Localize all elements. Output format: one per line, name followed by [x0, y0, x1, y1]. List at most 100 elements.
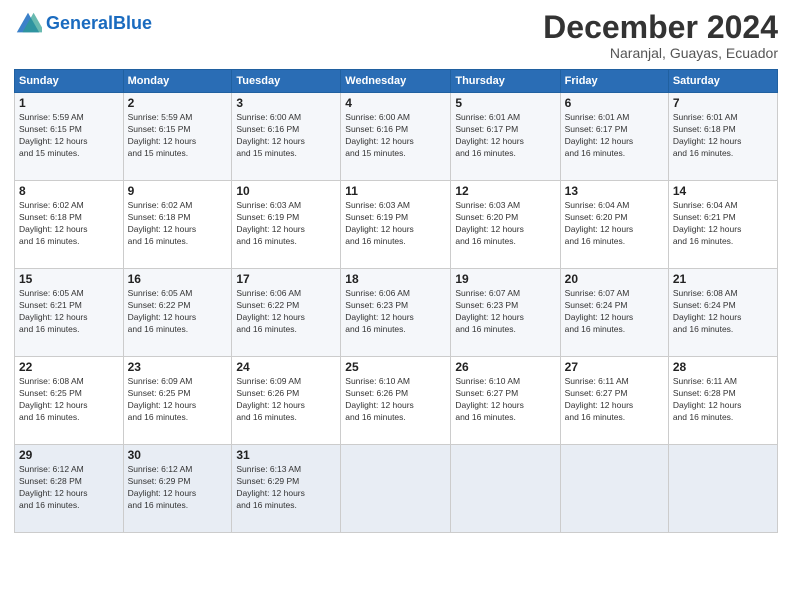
- table-row: 31 Sunrise: 6:13 AMSunset: 6:29 PMDaylig…: [232, 445, 341, 533]
- table-row: 11 Sunrise: 6:03 AMSunset: 6:19 PMDaylig…: [341, 181, 451, 269]
- table-row: [341, 445, 451, 533]
- calendar-week-row: 15 Sunrise: 6:05 AMSunset: 6:21 PMDaylig…: [15, 269, 778, 357]
- day-number: 18: [345, 272, 446, 286]
- day-info: Sunrise: 6:12 AMSunset: 6:29 PMDaylight:…: [128, 464, 228, 512]
- day-number: 5: [455, 96, 555, 110]
- day-info: Sunrise: 6:06 AMSunset: 6:22 PMDaylight:…: [236, 288, 336, 336]
- day-info: Sunrise: 6:03 AMSunset: 6:19 PMDaylight:…: [345, 200, 446, 248]
- table-row: 4 Sunrise: 6:00 AMSunset: 6:16 PMDayligh…: [341, 93, 451, 181]
- table-row: 1 Sunrise: 5:59 AMSunset: 6:15 PMDayligh…: [15, 93, 124, 181]
- day-info: Sunrise: 6:08 AMSunset: 6:24 PMDaylight:…: [673, 288, 773, 336]
- month-title: December 2024: [543, 10, 778, 45]
- table-row: 3 Sunrise: 6:00 AMSunset: 6:16 PMDayligh…: [232, 93, 341, 181]
- logo-icon: [14, 10, 42, 38]
- day-info: Sunrise: 5:59 AMSunset: 6:15 PMDaylight:…: [19, 112, 119, 160]
- table-row: 26 Sunrise: 6:10 AMSunset: 6:27 PMDaylig…: [451, 357, 560, 445]
- calendar-week-row: 1 Sunrise: 5:59 AMSunset: 6:15 PMDayligh…: [15, 93, 778, 181]
- table-row: 8 Sunrise: 6:02 AMSunset: 6:18 PMDayligh…: [15, 181, 124, 269]
- table-row: 14 Sunrise: 6:04 AMSunset: 6:21 PMDaylig…: [668, 181, 777, 269]
- day-info: Sunrise: 6:03 AMSunset: 6:20 PMDaylight:…: [455, 200, 555, 248]
- page: GeneralBlue December 2024 Naranjal, Guay…: [0, 0, 792, 612]
- table-row: 12 Sunrise: 6:03 AMSunset: 6:20 PMDaylig…: [451, 181, 560, 269]
- col-friday: Friday: [560, 70, 668, 93]
- table-row: 5 Sunrise: 6:01 AMSunset: 6:17 PMDayligh…: [451, 93, 560, 181]
- calendar-header-row: Sunday Monday Tuesday Wednesday Thursday…: [15, 70, 778, 93]
- table-row: 22 Sunrise: 6:08 AMSunset: 6:25 PMDaylig…: [15, 357, 124, 445]
- day-info: Sunrise: 6:12 AMSunset: 6:28 PMDaylight:…: [19, 464, 119, 512]
- day-number: 11: [345, 184, 446, 198]
- table-row: 29 Sunrise: 6:12 AMSunset: 6:28 PMDaylig…: [15, 445, 124, 533]
- day-info: Sunrise: 6:00 AMSunset: 6:16 PMDaylight:…: [345, 112, 446, 160]
- table-row: 17 Sunrise: 6:06 AMSunset: 6:22 PMDaylig…: [232, 269, 341, 357]
- col-thursday: Thursday: [451, 70, 560, 93]
- day-number: 13: [565, 184, 664, 198]
- day-number: 2: [128, 96, 228, 110]
- calendar-week-row: 22 Sunrise: 6:08 AMSunset: 6:25 PMDaylig…: [15, 357, 778, 445]
- day-number: 3: [236, 96, 336, 110]
- calendar-week-row: 8 Sunrise: 6:02 AMSunset: 6:18 PMDayligh…: [15, 181, 778, 269]
- day-info: Sunrise: 6:10 AMSunset: 6:26 PMDaylight:…: [345, 376, 446, 424]
- day-number: 15: [19, 272, 119, 286]
- day-number: 14: [673, 184, 773, 198]
- col-sunday: Sunday: [15, 70, 124, 93]
- day-number: 1: [19, 96, 119, 110]
- table-row: 2 Sunrise: 5:59 AMSunset: 6:15 PMDayligh…: [123, 93, 232, 181]
- table-row: [451, 445, 560, 533]
- logo-blue: Blue: [113, 13, 152, 33]
- day-number: 9: [128, 184, 228, 198]
- table-row: 24 Sunrise: 6:09 AMSunset: 6:26 PMDaylig…: [232, 357, 341, 445]
- day-info: Sunrise: 6:11 AMSunset: 6:27 PMDaylight:…: [565, 376, 664, 424]
- table-row: 16 Sunrise: 6:05 AMSunset: 6:22 PMDaylig…: [123, 269, 232, 357]
- title-block: December 2024 Naranjal, Guayas, Ecuador: [543, 10, 778, 61]
- table-row: 19 Sunrise: 6:07 AMSunset: 6:23 PMDaylig…: [451, 269, 560, 357]
- day-info: Sunrise: 6:09 AMSunset: 6:25 PMDaylight:…: [128, 376, 228, 424]
- day-info: Sunrise: 6:05 AMSunset: 6:21 PMDaylight:…: [19, 288, 119, 336]
- day-number: 31: [236, 448, 336, 462]
- day-info: Sunrise: 6:09 AMSunset: 6:26 PMDaylight:…: [236, 376, 336, 424]
- day-info: Sunrise: 6:04 AMSunset: 6:21 PMDaylight:…: [673, 200, 773, 248]
- day-number: 20: [565, 272, 664, 286]
- calendar-table: Sunday Monday Tuesday Wednesday Thursday…: [14, 69, 778, 533]
- day-info: Sunrise: 6:07 AMSunset: 6:24 PMDaylight:…: [565, 288, 664, 336]
- table-row: 25 Sunrise: 6:10 AMSunset: 6:26 PMDaylig…: [341, 357, 451, 445]
- location-subtitle: Naranjal, Guayas, Ecuador: [543, 45, 778, 61]
- day-number: 7: [673, 96, 773, 110]
- day-info: Sunrise: 6:07 AMSunset: 6:23 PMDaylight:…: [455, 288, 555, 336]
- day-info: Sunrise: 6:05 AMSunset: 6:22 PMDaylight:…: [128, 288, 228, 336]
- col-monday: Monday: [123, 70, 232, 93]
- day-info: Sunrise: 6:02 AMSunset: 6:18 PMDaylight:…: [128, 200, 228, 248]
- day-number: 26: [455, 360, 555, 374]
- col-saturday: Saturday: [668, 70, 777, 93]
- day-number: 21: [673, 272, 773, 286]
- table-row: 18 Sunrise: 6:06 AMSunset: 6:23 PMDaylig…: [341, 269, 451, 357]
- day-number: 19: [455, 272, 555, 286]
- day-info: Sunrise: 5:59 AMSunset: 6:15 PMDaylight:…: [128, 112, 228, 160]
- table-row: 13 Sunrise: 6:04 AMSunset: 6:20 PMDaylig…: [560, 181, 668, 269]
- table-row: 7 Sunrise: 6:01 AMSunset: 6:18 PMDayligh…: [668, 93, 777, 181]
- day-info: Sunrise: 6:13 AMSunset: 6:29 PMDaylight:…: [236, 464, 336, 512]
- table-row: 27 Sunrise: 6:11 AMSunset: 6:27 PMDaylig…: [560, 357, 668, 445]
- day-number: 24: [236, 360, 336, 374]
- day-number: 30: [128, 448, 228, 462]
- day-number: 22: [19, 360, 119, 374]
- table-row: 30 Sunrise: 6:12 AMSunset: 6:29 PMDaylig…: [123, 445, 232, 533]
- day-number: 10: [236, 184, 336, 198]
- day-number: 23: [128, 360, 228, 374]
- table-row: 15 Sunrise: 6:05 AMSunset: 6:21 PMDaylig…: [15, 269, 124, 357]
- day-number: 28: [673, 360, 773, 374]
- day-info: Sunrise: 6:00 AMSunset: 6:16 PMDaylight:…: [236, 112, 336, 160]
- day-info: Sunrise: 6:01 AMSunset: 6:17 PMDaylight:…: [565, 112, 664, 160]
- table-row: 23 Sunrise: 6:09 AMSunset: 6:25 PMDaylig…: [123, 357, 232, 445]
- day-number: 12: [455, 184, 555, 198]
- table-row: 10 Sunrise: 6:03 AMSunset: 6:19 PMDaylig…: [232, 181, 341, 269]
- table-row: 9 Sunrise: 6:02 AMSunset: 6:18 PMDayligh…: [123, 181, 232, 269]
- table-row: [668, 445, 777, 533]
- day-number: 6: [565, 96, 664, 110]
- table-row: 21 Sunrise: 6:08 AMSunset: 6:24 PMDaylig…: [668, 269, 777, 357]
- header: GeneralBlue December 2024 Naranjal, Guay…: [14, 10, 778, 61]
- day-info: Sunrise: 6:03 AMSunset: 6:19 PMDaylight:…: [236, 200, 336, 248]
- logo-general: General: [46, 13, 113, 33]
- logo-text: GeneralBlue: [46, 14, 152, 34]
- day-info: Sunrise: 6:11 AMSunset: 6:28 PMDaylight:…: [673, 376, 773, 424]
- day-info: Sunrise: 6:01 AMSunset: 6:17 PMDaylight:…: [455, 112, 555, 160]
